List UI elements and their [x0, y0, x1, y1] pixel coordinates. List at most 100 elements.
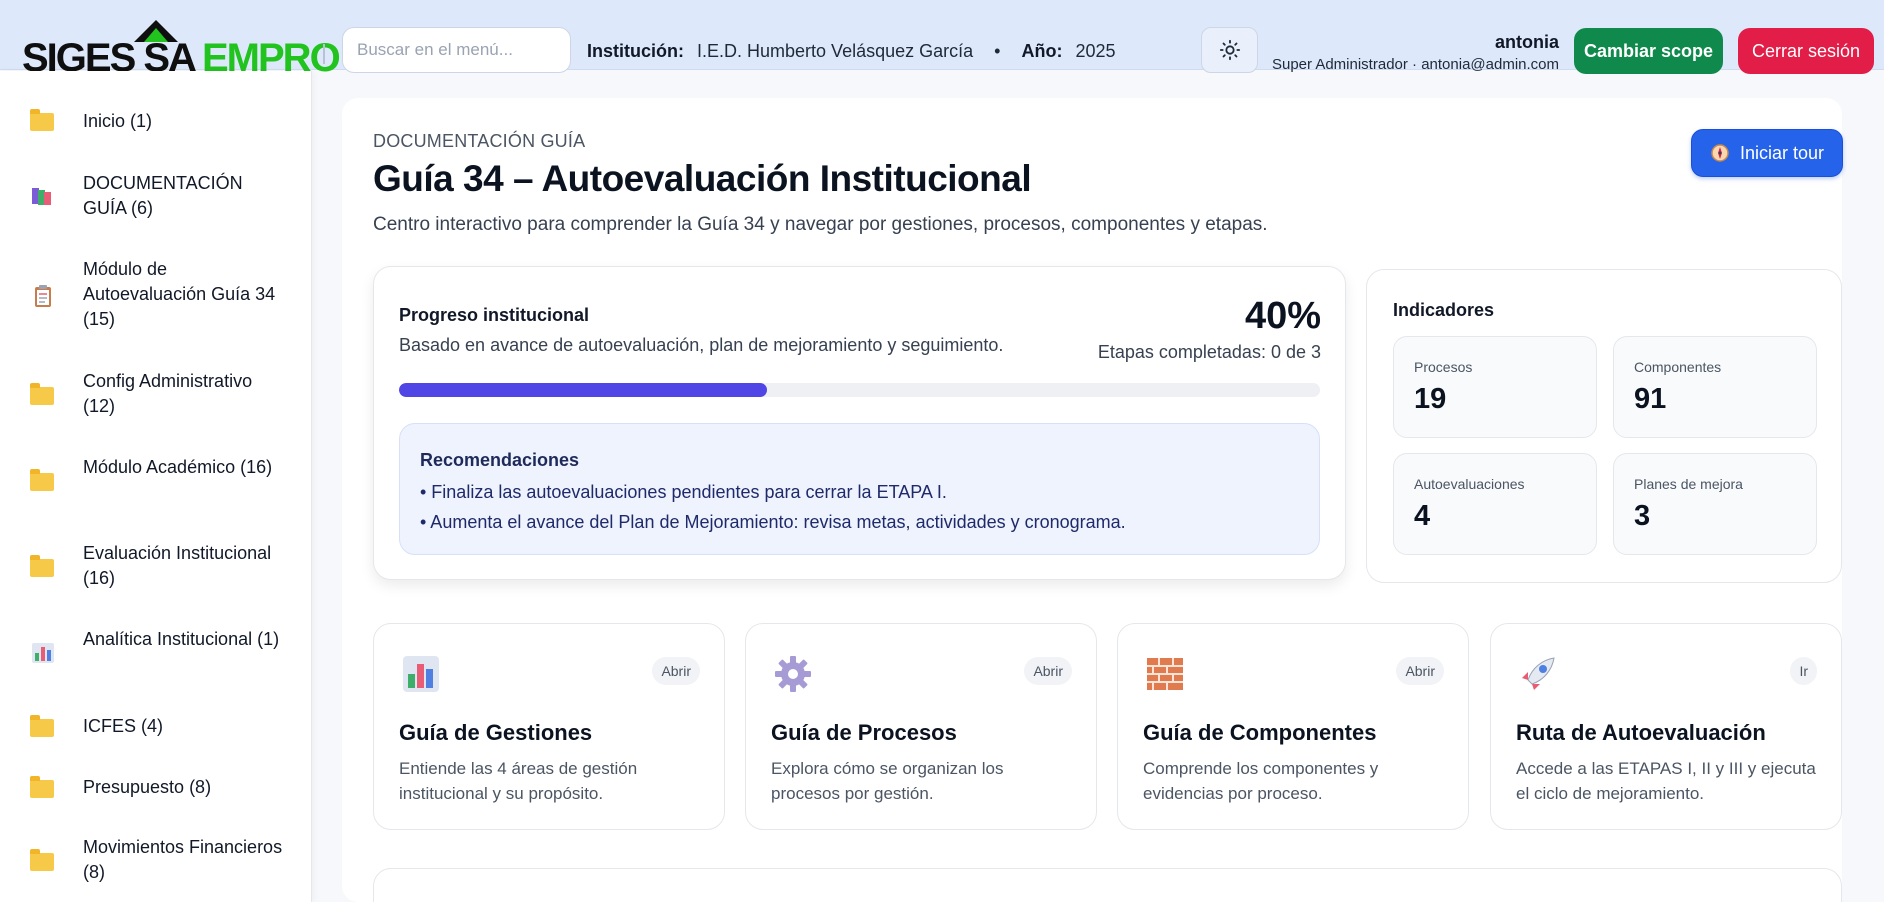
user-info: antonia Super Administrador · antonia@ad… [1272, 32, 1559, 73]
folder-icon [30, 555, 56, 578]
sidebar-item-label: Movimientos Financieros (8) [83, 837, 283, 882]
progress-title: Progreso institucional [399, 305, 590, 325]
sidebar-item-modulo-academico[interactable]: Módulo Académico (16) [0, 453, 312, 507]
user-name: antonia [1494, 32, 1559, 52]
user-role: Super Administrador · antonia@admin.com [1271, 56, 1559, 73]
recommendations-panel: Recomendaciones • Finaliza las autoevalu… [399, 423, 1320, 555]
indicators-title: Indicadores [1393, 300, 1495, 320]
progress-subtitle: Basado en avance de autoevaluación, plan… [399, 335, 1004, 355]
go-badge[interactable]: Ir [1790, 657, 1817, 685]
open-badge[interactable]: Abrir [1024, 657, 1072, 685]
folder-icon [30, 469, 56, 492]
kpi-value: 91 [1634, 383, 1667, 415]
menu-search-input[interactable] [342, 27, 571, 73]
kpi-autoevaluaciones: Autoevaluaciones 4 [1393, 453, 1597, 555]
theme-toggle-button[interactable] [1201, 27, 1258, 73]
bar-chart-icon [30, 641, 56, 663]
sidebar-item-label: Evaluación Institucional (16) [83, 543, 272, 588]
sidebar-item-label: ICFES (4) [83, 716, 164, 736]
sidebar-item-movimientos-financieros[interactable]: Movimientos Financieros (8) [0, 833, 312, 887]
sun-icon [1219, 39, 1240, 61]
guide-desc: Entiende las 4 áreas de gestión instituc… [399, 759, 638, 803]
info-separator: • [994, 41, 1001, 61]
kpi-value: 4 [1414, 500, 1431, 532]
folder-icon [30, 109, 56, 132]
folder-icon [30, 715, 56, 738]
breadcrumb: DOCUMENTACIÓN GUÍA [373, 131, 586, 151]
guide-card-gestiones[interactable]: Abrir Guía de Gestiones Entiende las 4 á… [373, 623, 725, 830]
guide-desc: Accede a las ETAPAS I, II y III y ejecut… [1516, 759, 1816, 803]
folder-icon [30, 776, 56, 799]
progress-steps: Etapas completadas: 0 de 3 [1097, 342, 1321, 362]
guide-title: Ruta de Autoevaluación [1516, 720, 1766, 745]
page-subtitle: Centro interactivo para comprender la Gu… [373, 214, 1268, 235]
guide-title: Guía de Componentes [1143, 720, 1377, 745]
recommendation-item: • Aumenta el avance del Plan de Mejorami… [420, 512, 1126, 532]
clipboard-icon [30, 284, 56, 307]
institution-label: Institución: [587, 41, 684, 61]
bar-chart-icon [399, 652, 443, 696]
folder-icon [30, 383, 56, 406]
progress-percent: 40% [1244, 295, 1321, 337]
logout-button[interactable]: Cerrar sesión [1738, 28, 1874, 74]
sidebar-item-label: Analítica Institucional (1) [83, 629, 280, 649]
guide-card-procesos[interactable]: Abrir Guía de Procesos Explora cómo se o… [745, 623, 1097, 830]
progress-bar [399, 383, 1320, 397]
books-icon [30, 185, 56, 207]
recommendation-item: • Finaliza las autoevaluaciones pendient… [420, 482, 947, 502]
gear-icon [771, 652, 815, 696]
app-logo[interactable]: SIGES SA EMPRO [22, 20, 341, 78]
progress-bar-fill [399, 383, 768, 397]
start-tour-button[interactable]: Iniciar tour [1691, 129, 1843, 177]
page-title: Guía 34 – Autoevaluación Institucional [373, 158, 1032, 199]
guide-desc: Comprende los componentes y evidencias p… [1143, 759, 1379, 803]
kpi-label: Componentes [1634, 359, 1722, 375]
open-badge[interactable]: Abrir [652, 657, 700, 685]
sidebar: Inicio (1) DOCUMENTACIÓN GUÍA (6) Módulo… [0, 71, 312, 902]
topbar-divider [323, 44, 325, 64]
recommendations-title: Recomendaciones [420, 450, 580, 470]
compass-icon [1711, 144, 1729, 162]
kpi-value: 3 [1634, 500, 1651, 532]
institution-value: I.E.D. Humberto Velásquez García [697, 41, 974, 61]
sidebar-item-label: Presupuesto (8) [83, 777, 212, 797]
start-tour-label: Iniciar tour [1739, 142, 1825, 163]
sidebar-item-label: Inicio (1) [83, 111, 153, 131]
kpi-componentes: Componentes 91 [1613, 336, 1817, 438]
sidebar-item-icfes[interactable]: ICFES (4) [0, 711, 312, 741]
guide-card-ruta-autoevaluacion[interactable]: Ir Ruta de Autoevaluación Accede a las E… [1490, 623, 1842, 830]
bricks-icon [1143, 652, 1187, 696]
kpi-planes-mejora: Planes de mejora 3 [1613, 453, 1817, 555]
year-label: Año: [1021, 41, 1063, 61]
sidebar-item-presupuesto[interactable]: Presupuesto (8) [0, 772, 312, 802]
sidebar-item-documentacion-guia[interactable]: DOCUMENTACIÓN GUÍA (6) [0, 169, 312, 223]
folder-icon [30, 849, 56, 872]
indicators-card: Indicadores Procesos 19 Componentes 91 A… [1366, 269, 1842, 583]
institution-info: Institución: I.E.D. Humberto Velásquez G… [587, 41, 1116, 62]
sidebar-item-analitica-institucional[interactable]: Analítica Institucional (1) [0, 625, 312, 679]
sidebar-item-inicio[interactable]: Inicio (1) [0, 106, 312, 136]
sidebar-item-label: Config Administrativo (12) [83, 371, 253, 416]
guide-card-componentes[interactable]: Abrir Guía de Componentes Comprende los … [1117, 623, 1469, 830]
guide-desc: Explora cómo se organizan los procesos p… [771, 759, 1004, 803]
top-bar: SIGES SA EMPRO Institución: I.E.D. Humbe… [0, 0, 1884, 78]
sidebar-item-label: Módulo de Autoevaluación Guía 34 (15) [83, 259, 276, 329]
sidebar-item-modulo-autoevaluacion[interactable]: Módulo de Autoevaluación Guía 34 (15) [0, 255, 312, 335]
guide-title: Guía de Procesos [771, 720, 957, 745]
kpi-procesos: Procesos 19 [1393, 336, 1597, 438]
sidebar-item-evaluacion-institucional[interactable]: Evaluación Institucional (16) [0, 539, 312, 593]
kpi-label: Procesos [1414, 359, 1473, 375]
kpi-label: Autoevaluaciones [1414, 476, 1525, 492]
sidebar-item-label: DOCUMENTACIÓN GUÍA (6) [83, 173, 243, 218]
bottom-card [373, 868, 1842, 902]
kpi-value: 19 [1414, 383, 1447, 415]
sidebar-item-label: Módulo Académico (16) [83, 457, 273, 477]
rocket-icon [1516, 652, 1560, 696]
change-scope-button[interactable]: Cambiar scope [1574, 28, 1723, 74]
open-badge[interactable]: Abrir [1396, 657, 1444, 685]
kpi-label: Planes de mejora [1634, 476, 1743, 492]
sidebar-item-config-administrativo[interactable]: Config Administrativo (12) [0, 367, 312, 421]
guide-title: Guía de Gestiones [399, 720, 593, 745]
year-value: 2025 [1075, 41, 1116, 61]
progress-card: Progreso institucional Basado en avance … [373, 266, 1346, 580]
